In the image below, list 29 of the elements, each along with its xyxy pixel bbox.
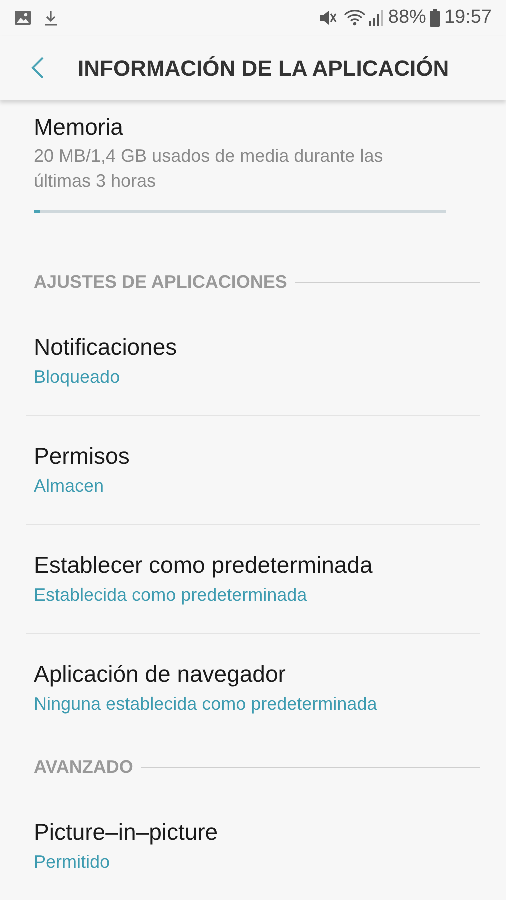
setting-value: Almacen xyxy=(34,475,106,498)
battery-icon xyxy=(430,9,440,27)
setting-title: Establecer como predeterminada xyxy=(34,551,374,580)
setting-title: Picture–in–picture xyxy=(34,818,220,847)
image-icon xyxy=(14,10,32,26)
setting-value: Ninguna establecida como predeterminada xyxy=(34,693,378,716)
wifi-icon xyxy=(344,9,366,27)
clock: 19:57 xyxy=(444,6,492,30)
download-icon xyxy=(44,10,58,26)
setting-title: Notificaciones xyxy=(34,333,178,362)
setting-title: Memoria xyxy=(34,113,124,142)
section-header: AVANZADO xyxy=(34,756,134,778)
setting-item[interactable]: Aplicación de navegador Ninguna establecida como predeterminada xyxy=(26,634,480,742)
setting-title: Permisos xyxy=(34,442,131,471)
setting-item[interactable]: Establecer como predeterminada Establecida como predeterminada xyxy=(26,525,480,633)
setting-item[interactable]: Notificaciones Bloqueado xyxy=(26,307,480,415)
back-icon[interactable] xyxy=(31,56,45,80)
usage-detail: 20 MB/1,4 GB usados de media durante las últimas 3 horas xyxy=(34,145,384,193)
page-title: INFORMACIÓN DE LA APLICACIÓN xyxy=(78,54,450,82)
signal-icon xyxy=(368,9,384,27)
setting-item[interactable]: Permisos Almacen xyxy=(26,416,480,524)
section-header: AJUSTES DE APLICACIONES xyxy=(34,270,288,294)
battery-percentage: 88% xyxy=(388,6,426,30)
mute-icon xyxy=(318,9,338,27)
setting-item[interactable]: Picture–in–picture Permitido xyxy=(26,792,480,900)
setting-title: Aplicación de navegador xyxy=(34,660,287,689)
setting-value: Establecida como predeterminada xyxy=(34,584,308,607)
setting-value: Bloqueado xyxy=(34,366,122,389)
setting-value: Permitido xyxy=(34,851,112,874)
